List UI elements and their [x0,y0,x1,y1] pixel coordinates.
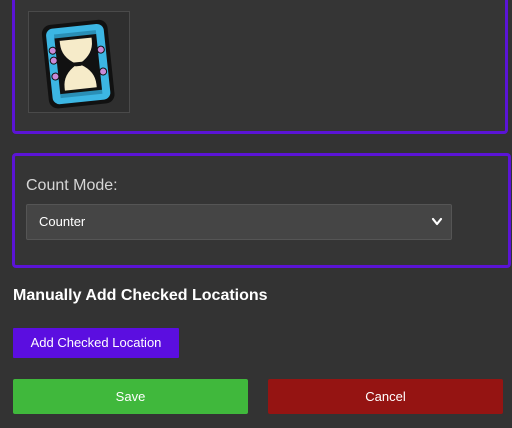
save-button[interactable]: Save [13,379,248,414]
count-mode-panel: Count Mode: Counter [12,153,511,268]
count-mode-label: Count Mode: [26,177,118,194]
item-icon-frame[interactable] [28,11,130,113]
count-mode-select[interactable]: Counter [26,204,452,240]
icon-panel [12,0,508,134]
item-editor-dialog: Count Mode: Counter Manually Add Checked… [0,0,512,428]
cancel-button[interactable]: Cancel [268,379,503,414]
chevron-down-icon [431,217,443,226]
checked-locations-heading: Manually Add Checked Locations [13,287,268,304]
count-mode-selected-value: Counter [39,214,86,229]
hourglass-icon [41,19,115,109]
add-checked-location-button[interactable]: Add Checked Location [13,328,179,358]
